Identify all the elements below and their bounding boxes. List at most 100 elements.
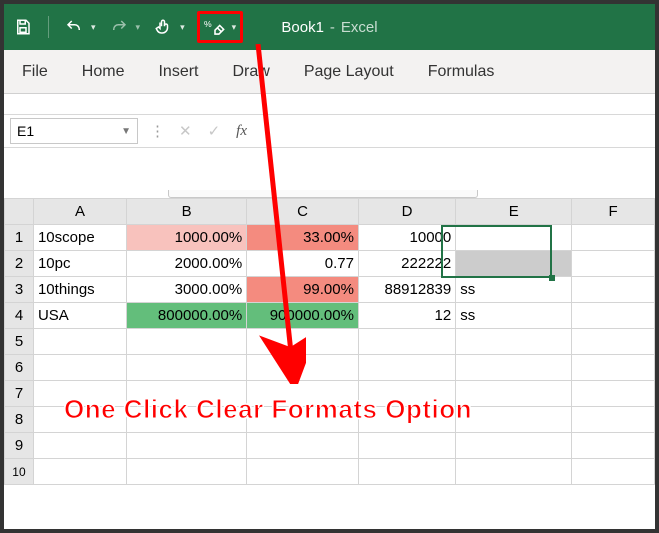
cell-B1[interactable]: 1000.00% xyxy=(127,225,247,251)
table-row: 1 10scope 1000.00% 33.00% 10000 xyxy=(5,225,655,251)
fx-icon[interactable]: fx xyxy=(236,123,247,140)
cell[interactable] xyxy=(456,407,572,433)
row-header[interactable]: 9 xyxy=(5,433,34,459)
row-header[interactable]: 2 xyxy=(5,251,34,277)
workbook-name: Book1 xyxy=(281,19,324,36)
col-header-C[interactable]: C xyxy=(247,199,359,225)
clear-formats-icon[interactable]: % xyxy=(204,16,226,38)
cell[interactable] xyxy=(572,459,655,485)
cell[interactable] xyxy=(247,355,359,381)
cell[interactable] xyxy=(572,381,655,407)
cell-A1[interactable]: 10scope xyxy=(33,225,126,251)
cell[interactable] xyxy=(247,329,359,355)
tab-file[interactable]: File xyxy=(22,63,48,81)
cell[interactable] xyxy=(127,329,247,355)
cell[interactable] xyxy=(127,433,247,459)
redo-dropdown-icon[interactable]: ▾ xyxy=(136,22,141,33)
cell[interactable] xyxy=(456,433,572,459)
cell[interactable] xyxy=(127,459,247,485)
redo-icon[interactable] xyxy=(108,16,130,38)
tab-pagelayout[interactable]: Page Layout xyxy=(304,63,394,81)
cell-E1[interactable] xyxy=(456,225,572,251)
cell[interactable] xyxy=(33,355,126,381)
col-header-B[interactable]: B xyxy=(127,199,247,225)
row-header[interactable]: 8 xyxy=(5,407,34,433)
cell[interactable] xyxy=(358,329,455,355)
cell[interactable] xyxy=(33,329,126,355)
tab-formulas[interactable]: Formulas xyxy=(428,63,495,81)
table-row: 9 xyxy=(5,433,655,459)
cell[interactable] xyxy=(358,433,455,459)
cell[interactable] xyxy=(247,459,359,485)
formula-bar-expand[interactable] xyxy=(4,148,655,198)
row-header[interactable]: 6 xyxy=(5,355,34,381)
cell-A3[interactable]: 10things xyxy=(33,277,126,303)
cell[interactable] xyxy=(247,433,359,459)
enter-icon[interactable]: ✓ xyxy=(208,122,221,140)
tab-home[interactable]: Home xyxy=(82,63,125,81)
cell-D2[interactable]: 222222 xyxy=(358,251,455,277)
cell[interactable] xyxy=(572,355,655,381)
qat-customize-icon[interactable]: ▾ xyxy=(232,22,237,33)
table-row: 5 xyxy=(5,329,655,355)
cell[interactable] xyxy=(572,433,655,459)
undo-dropdown-icon[interactable]: ▾ xyxy=(91,22,96,33)
cell-B2[interactable]: 2000.00% xyxy=(127,251,247,277)
cell[interactable] xyxy=(456,381,572,407)
cell-C3[interactable]: 99.00% xyxy=(247,277,359,303)
cell[interactable] xyxy=(572,329,655,355)
cell-F3[interactable] xyxy=(572,277,655,303)
cell[interactable] xyxy=(358,355,455,381)
table-row: 2 10pc 2000.00% 0.77 222222 xyxy=(5,251,655,277)
cell[interactable] xyxy=(572,407,655,433)
cell-F2[interactable] xyxy=(572,251,655,277)
cell[interactable] xyxy=(33,459,126,485)
cell-D1[interactable]: 10000 xyxy=(358,225,455,251)
cell-F1[interactable] xyxy=(572,225,655,251)
formula-input[interactable] xyxy=(255,118,655,144)
name-box-dropdown-icon[interactable]: ▼ xyxy=(121,126,131,137)
tab-insert[interactable]: Insert xyxy=(158,63,198,81)
row-header[interactable]: 4 xyxy=(5,303,34,329)
cell-E4[interactable]: ss xyxy=(456,303,572,329)
selection-fill-handle[interactable] xyxy=(549,275,555,281)
cell[interactable] xyxy=(127,355,247,381)
cell-B3[interactable]: 3000.00% xyxy=(127,277,247,303)
cell-D4[interactable]: 12 xyxy=(358,303,455,329)
col-header-A[interactable]: A xyxy=(33,199,126,225)
cell[interactable] xyxy=(33,433,126,459)
save-icon[interactable] xyxy=(12,16,34,38)
cell[interactable] xyxy=(456,459,572,485)
col-header-F[interactable]: F xyxy=(572,199,655,225)
formula-bar: E1 ▼ ⋮ ✕ ✓ fx xyxy=(4,114,655,148)
row-header[interactable]: 1 xyxy=(5,225,34,251)
touch-dropdown-icon[interactable]: ▾ xyxy=(180,22,185,33)
cell[interactable] xyxy=(456,355,572,381)
worksheet-grid[interactable]: A B C D E F 1 10scope 1000.00% 33.00% 10… xyxy=(4,198,655,485)
row-header[interactable]: 7 xyxy=(5,381,34,407)
cell-D3[interactable]: 88912839 xyxy=(358,277,455,303)
cell-C2[interactable]: 0.77 xyxy=(247,251,359,277)
cell-A2[interactable]: 10pc xyxy=(33,251,126,277)
col-header-E[interactable]: E xyxy=(456,199,572,225)
cancel-icon[interactable]: ✕ xyxy=(179,122,192,140)
row-header[interactable]: 5 xyxy=(5,329,34,355)
cell[interactable] xyxy=(358,459,455,485)
ribbon-tabs: File Home Insert Draw Page Layout Formul… xyxy=(4,50,655,94)
cell-A4[interactable]: USA xyxy=(33,303,126,329)
cell-C1[interactable]: 33.00% xyxy=(247,225,359,251)
row-header[interactable]: 10 xyxy=(5,459,34,485)
cell-E2[interactable] xyxy=(456,251,572,277)
cell-B4[interactable]: 800000.00% xyxy=(127,303,247,329)
undo-icon[interactable] xyxy=(63,16,85,38)
grip-icon: ⋮ xyxy=(150,122,163,140)
touch-mode-icon[interactable] xyxy=(152,16,174,38)
cell[interactable] xyxy=(456,329,572,355)
select-all-corner[interactable] xyxy=(5,199,34,225)
row-header[interactable]: 3 xyxy=(5,277,34,303)
name-box[interactable]: E1 ▼ xyxy=(10,118,138,144)
tab-draw[interactable]: Draw xyxy=(232,63,269,81)
cell-C4[interactable]: 900000.00% xyxy=(247,303,359,329)
cell-F4[interactable] xyxy=(572,303,655,329)
col-header-D[interactable]: D xyxy=(358,199,455,225)
